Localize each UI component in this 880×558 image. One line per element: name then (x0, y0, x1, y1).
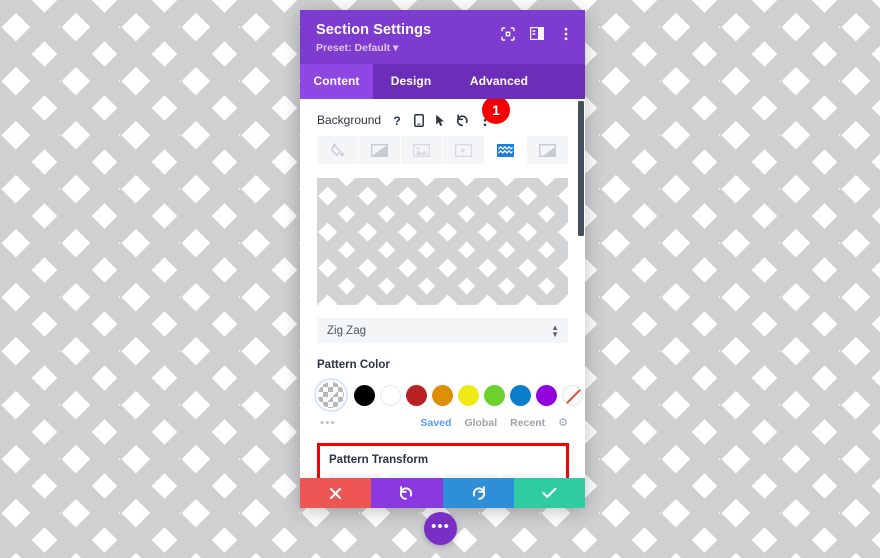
overflow-menu-icon[interactable] (558, 26, 573, 41)
swatch-purple[interactable] (536, 384, 557, 406)
tab-design[interactable]: Design (373, 64, 449, 99)
modal-header: Section Settings Preset: Default ▾ (300, 10, 585, 64)
invert-button[interactable] (503, 474, 556, 478)
background-color-tab[interactable] (317, 136, 358, 164)
pattern-transform-section: Pattern Transform (317, 443, 569, 478)
preset-selector[interactable]: Preset: Default ▾ (316, 42, 569, 55)
palette-tab-saved[interactable]: Saved (421, 417, 452, 429)
background-image-tab[interactable] (401, 136, 442, 164)
reset-icon[interactable] (456, 113, 469, 127)
panel-scrollbar-track[interactable] (578, 99, 585, 478)
palette-tab-recent[interactable]: Recent (510, 417, 545, 429)
tab-advanced[interactable]: Advanced (449, 64, 549, 99)
palette-tab-global[interactable]: Global (464, 417, 497, 429)
rotate-button[interactable] (445, 474, 498, 478)
callout-badge-1: 1 (482, 99, 510, 124)
cancel-button[interactable] (300, 478, 372, 508)
pattern-style-select[interactable]: Zig Zag ▲ ▼ (317, 318, 568, 343)
swatch-current-color[interactable] (316, 380, 346, 410)
help-icon[interactable]: ? (390, 113, 403, 127)
fullscreen-icon[interactable] (500, 26, 515, 41)
background-video-tab[interactable] (443, 136, 484, 164)
swatch-blue[interactable] (510, 384, 531, 406)
modal-footer (300, 478, 585, 508)
svg-text:?: ? (393, 114, 400, 127)
pattern-transform-buttons (329, 474, 556, 478)
chevron-down-icon: ▾ (393, 42, 399, 54)
fab-dots-icon: ••• (431, 517, 450, 535)
more-colors-icon[interactable]: ••• (320, 417, 336, 429)
tab-bar: Content Design Advanced (300, 64, 585, 99)
panel-scrollbar-thumb[interactable] (578, 101, 584, 236)
section-settings-modal: Section Settings Preset: Default ▾ Conte… (300, 10, 585, 508)
preset-label: Preset: Default (316, 42, 391, 54)
responsive-icon[interactable] (412, 113, 425, 127)
palette-tab-group: Saved Global Recent ⚙ (421, 416, 569, 430)
select-arrows-icon: ▲ ▼ (551, 322, 559, 339)
pattern-preview (317, 178, 568, 305)
pattern-style-select-wrap: Zig Zag ▲▼ 2 (317, 318, 568, 343)
background-type-tabs (317, 136, 568, 164)
flip-horizontal-button[interactable] (329, 474, 382, 478)
page-canvas: Section Settings Preset: Default ▾ Conte… (0, 0, 880, 558)
hover-cursor-icon[interactable] (434, 113, 447, 127)
background-mask-tab[interactable] (527, 136, 568, 164)
redo-button[interactable] (442, 478, 514, 508)
swatch-black[interactable] (354, 384, 375, 406)
header-icon-group (500, 26, 573, 41)
settings-scroll-area[interactable]: Background ? 1 Zig Zag ▲ ▼ Pattern Color… (300, 99, 585, 478)
pattern-color-label: Pattern Color (317, 359, 390, 371)
background-section-label: Background (317, 113, 382, 127)
pattern-color-swatches (316, 380, 583, 410)
swatch-orange[interactable] (432, 384, 453, 406)
palette-controls: ••• Saved Global Recent ⚙ (320, 416, 569, 430)
tab-content[interactable]: Content (300, 64, 373, 99)
save-button[interactable] (513, 478, 585, 508)
layout-toggle-icon[interactable] (529, 26, 544, 41)
swatch-dark-red[interactable] (406, 384, 427, 406)
swatch-white[interactable] (380, 384, 401, 406)
background-gradient-tab[interactable] (359, 136, 400, 164)
pattern-style-value: Zig Zag (327, 324, 366, 337)
background-pattern-tab[interactable] (485, 136, 526, 164)
gear-icon[interactable]: ⚙ (558, 416, 568, 429)
page-settings-fab[interactable]: ••• (424, 512, 457, 545)
swatch-green[interactable] (484, 384, 505, 406)
flip-vertical-button[interactable] (387, 474, 440, 478)
pattern-transform-label: Pattern Transform (329, 454, 429, 466)
undo-button[interactable] (371, 478, 443, 508)
background-toolbar: Background ? 1 (300, 99, 585, 127)
swatch-yellow[interactable] (458, 384, 479, 406)
eyedropper-icon (324, 388, 338, 402)
